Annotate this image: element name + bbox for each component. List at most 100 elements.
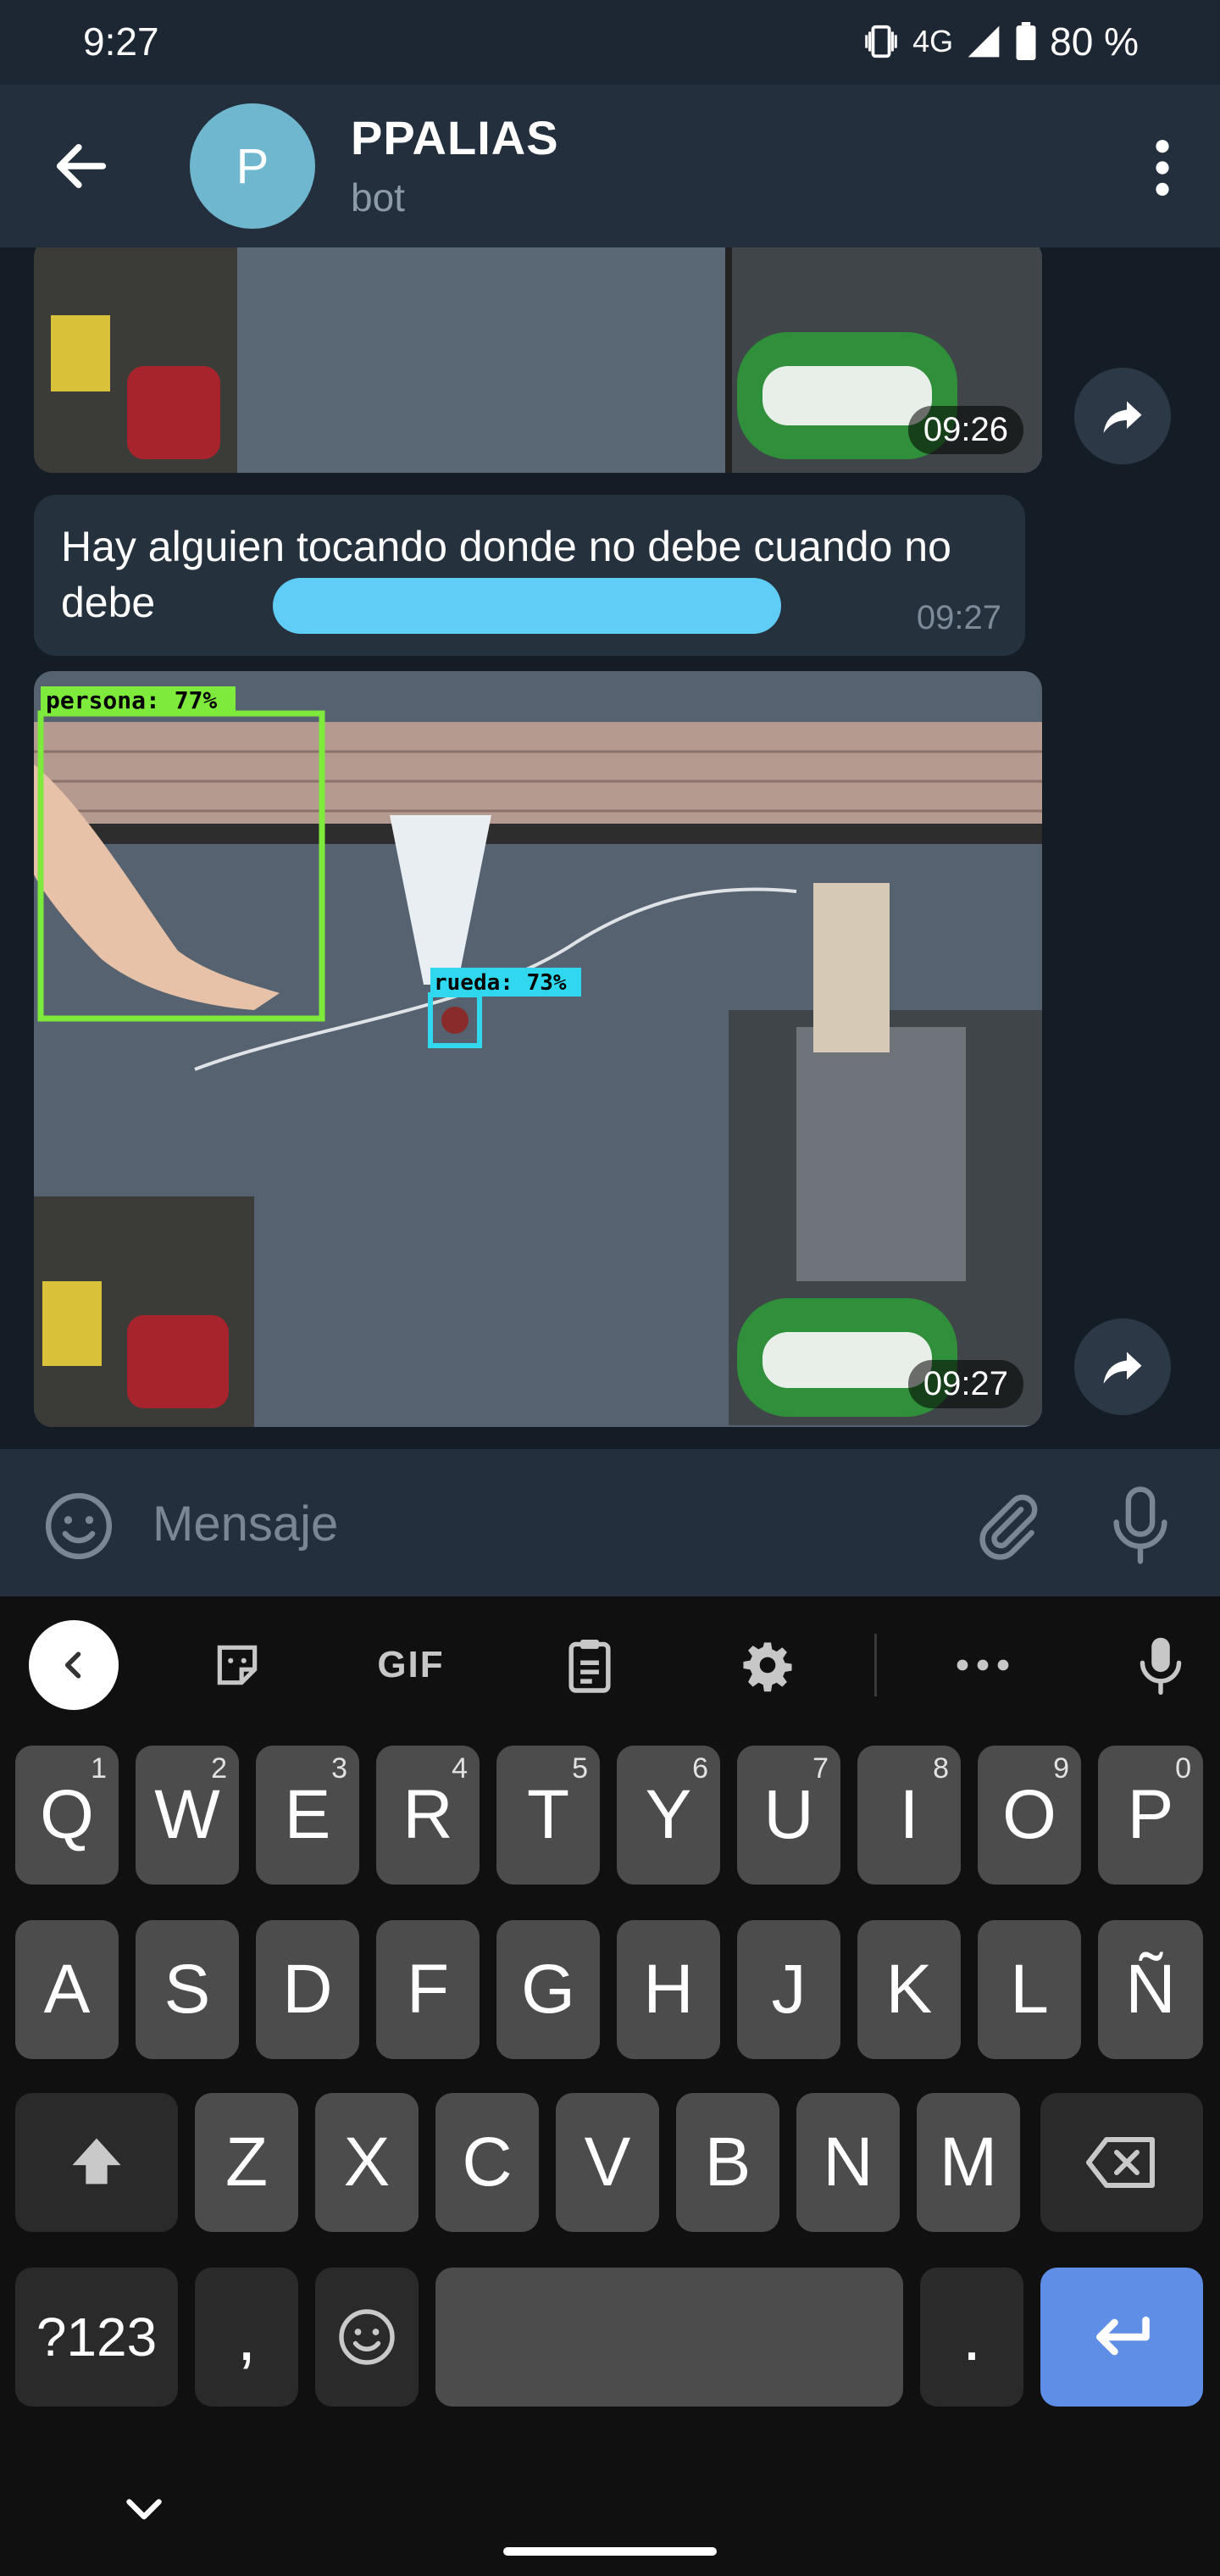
key-hint: 0: [1175, 1752, 1191, 1785]
paperclip-icon[interactable]: [971, 1490, 1044, 1563]
status-time: 9:27: [83, 19, 159, 64]
key-j[interactable]: J: [737, 1920, 840, 2059]
key-hint: 9: [1053, 1752, 1069, 1785]
key-label: E: [284, 1776, 331, 1853]
signal-icon: [968, 25, 1000, 58]
shift-key[interactable]: [15, 2093, 178, 2232]
toolbar-divider: [874, 1634, 877, 1696]
vibrate-icon: [865, 25, 897, 58]
key-l[interactable]: L: [978, 1920, 1081, 2059]
key-c[interactable]: C: [435, 2093, 539, 2232]
photo-message[interactable]: persona: 77% rueda: 73% 09:27: [34, 671, 1042, 1427]
share-button[interactable]: [1074, 1319, 1171, 1415]
home-indicator[interactable]: [503, 2547, 717, 2556]
key-s[interactable]: S: [136, 1920, 239, 2059]
key-e[interactable]: E3: [256, 1746, 359, 1885]
key-a[interactable]: A: [15, 1920, 119, 2059]
key-label: W: [154, 1776, 220, 1853]
text-message[interactable]: Hay alguien tocando donde no debe cuando…: [34, 495, 1025, 656]
sticker-button[interactable]: [203, 1627, 271, 1703]
key-label: U: [763, 1776, 814, 1853]
key-k[interactable]: K: [857, 1920, 961, 2059]
settings-button[interactable]: [734, 1627, 801, 1703]
message-input[interactable]: [152, 1483, 915, 1564]
detection-photo-image: persona: 77% rueda: 73%: [34, 671, 1042, 1427]
key-q[interactable]: Q1: [15, 1746, 119, 1885]
key-u[interactable]: U7: [737, 1746, 840, 1885]
key-hint: 7: [812, 1752, 829, 1785]
emoji-icon[interactable]: [42, 1490, 115, 1563]
emoji-key[interactable]: [315, 2268, 419, 2407]
chat-header: P PPALIAS bot: [0, 85, 1220, 247]
more-vert-icon[interactable]: [1139, 136, 1186, 200]
key-i[interactable]: I8: [857, 1746, 961, 1885]
period-key[interactable]: .: [920, 2268, 1023, 2407]
factory-photo-image: [34, 247, 1042, 473]
photo-timestamp: 09:26: [907, 406, 1023, 454]
chat-title[interactable]: PPALIAS: [351, 110, 559, 165]
message-timestamp: 09:27: [916, 599, 1001, 636]
more-options-button[interactable]: [949, 1627, 1017, 1703]
key-n[interactable]: N: [796, 2093, 900, 2232]
battery-icon: [1016, 22, 1036, 60]
chevron-left-icon: [64, 1652, 81, 1679]
key-hint: 6: [692, 1752, 708, 1785]
avatar[interactable]: P: [190, 103, 315, 229]
space-key[interactable]: [435, 2268, 903, 2407]
microphone-icon[interactable]: [1106, 1486, 1174, 1564]
share-arrow-icon: [1103, 401, 1142, 433]
detection-label-wheel: rueda: 73%: [434, 970, 567, 996]
network-type: 4G: [912, 24, 954, 58]
key-b[interactable]: B: [676, 2093, 779, 2232]
enter-key[interactable]: [1040, 2268, 1203, 2407]
key-y[interactable]: Y6: [617, 1746, 720, 1885]
key-h[interactable]: H: [617, 1920, 720, 2059]
toolbar-collapse-button[interactable]: [29, 1620, 119, 1710]
key-o[interactable]: O9: [978, 1746, 1081, 1885]
microphone-icon: [1140, 1637, 1182, 1695]
backspace-key[interactable]: [1040, 2093, 1203, 2232]
detection-label-person: persona: 77%: [46, 686, 217, 714]
clipboard-button[interactable]: [556, 1627, 624, 1703]
message-list[interactable]: 09:26 Hay alguien tocando donde no debe …: [0, 247, 1220, 1449]
key-hint: 4: [452, 1752, 468, 1785]
key-n-tilde[interactable]: Ñ: [1098, 1920, 1203, 2059]
symbols-key[interactable]: ?123: [15, 2268, 178, 2407]
key-w[interactable]: W2: [136, 1746, 239, 1885]
backspace-icon: [1086, 2137, 1155, 2188]
key-hint: 8: [933, 1752, 949, 1785]
key-label: O: [1002, 1776, 1056, 1853]
soft-keyboard: GIF Q1 W2 E3 R4 T5 Y6 U7 I8 O9 P0 A S D …: [0, 1596, 1220, 2576]
comma-key[interactable]: ,: [195, 2268, 298, 2407]
enter-arrow-icon: [1096, 2316, 1150, 2356]
share-arrow-icon: [1103, 1352, 1142, 1384]
key-d[interactable]: D: [256, 1920, 359, 2059]
status-bar: 9:27 4G 80 %: [0, 0, 1220, 85]
key-g[interactable]: G: [496, 1920, 600, 2059]
more-horiz-icon: [957, 1659, 1009, 1671]
key-hint: 2: [211, 1752, 227, 1785]
key-hint: 1: [91, 1752, 107, 1785]
shift-icon: [72, 2138, 121, 2185]
photo-timestamp: 09:27: [907, 1360, 1023, 1408]
key-t[interactable]: T5: [496, 1746, 600, 1885]
photo-message[interactable]: 09:26: [34, 247, 1042, 473]
keyboard-toolbar: GIF: [0, 1596, 1220, 1732]
voice-input-button[interactable]: [1127, 1627, 1195, 1703]
key-v[interactable]: V: [556, 2093, 659, 2232]
key-m[interactable]: M: [917, 2093, 1020, 2232]
key-r[interactable]: R4: [376, 1746, 480, 1885]
key-label: T: [526, 1776, 570, 1853]
key-z[interactable]: Z: [195, 2093, 298, 2232]
back-arrow-icon[interactable]: [49, 134, 114, 198]
key-hint: 5: [572, 1752, 588, 1785]
key-x[interactable]: X: [315, 2093, 419, 2232]
key-p[interactable]: P0: [1098, 1746, 1203, 1885]
gif-button[interactable]: GIF: [364, 1627, 458, 1703]
chevron-down-icon[interactable]: [119, 2483, 169, 2534]
key-label: I: [899, 1776, 919, 1853]
share-button[interactable]: [1074, 368, 1171, 464]
key-f[interactable]: F: [376, 1920, 480, 2059]
emoji-icon: [339, 2309, 395, 2365]
chat-subtitle: bot: [351, 175, 405, 219]
